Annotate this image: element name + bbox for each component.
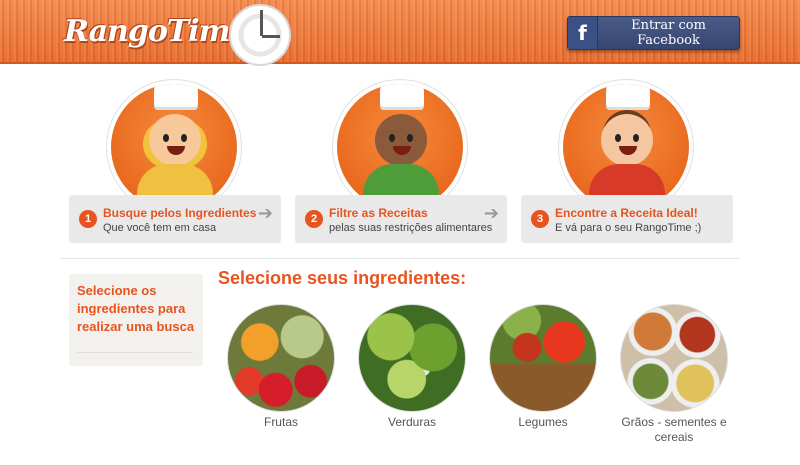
vegetables-image <box>490 305 596 411</box>
step-subtitle: E vá para o seu RangoTime ;) <box>555 222 702 234</box>
facebook-login-button[interactable]: f Entrar com Facebook <box>567 16 740 50</box>
step-subtitle: Que você tem em casa <box>103 222 217 234</box>
ingredients-title: Selecione seus ingredientes: <box>218 268 467 288</box>
step-find-recipe[interactable]: 3 Encontre a Receita Ideal! E vá para o … <box>521 195 733 243</box>
fruits-image <box>228 305 334 411</box>
logo-text: RangoTime <box>64 14 248 49</box>
chef-boy-illustration <box>337 84 463 210</box>
facebook-login-label: Entrar com Facebook <box>631 18 706 48</box>
arrow-right-icon: ➔ <box>257 203 273 223</box>
header-bar: RangoTime f Entrar com Facebook <box>0 0 800 66</box>
chef-kid-illustration <box>563 84 689 210</box>
plate-clock-icon <box>229 4 291 66</box>
step-number: 2 <box>305 210 323 228</box>
step-title: Filtre as Receitas <box>329 206 428 220</box>
ingredient-label: Legumes <box>518 415 568 429</box>
facebook-icon: f <box>568 17 598 49</box>
step-title: Encontre a Receita Ideal! <box>555 206 698 220</box>
sidebar-divider <box>77 352 193 353</box>
grains-image <box>621 305 727 411</box>
ingredient-card-graos[interactable]: Grãos - sementes e cereais <box>619 305 729 445</box>
ingredient-label: Frutas <box>263 415 298 429</box>
logo[interactable]: RangoTime <box>64 2 304 66</box>
step-filter-recipes[interactable]: 2 Filtre as Receitas pelas suas restriçõ… <box>295 195 507 243</box>
ingredient-label: Grãos - sementes e cereais <box>621 415 727 444</box>
sidebar-instructions: Selecione os ingredientes para realizar … <box>69 274 203 366</box>
ingredient-card-legumes[interactable]: Legumes <box>488 305 598 430</box>
step-number: 3 <box>531 210 549 228</box>
step-subtitle: pelas suas restrições alimentares <box>329 222 493 234</box>
ingredient-card-verduras[interactable]: Verduras <box>357 305 467 430</box>
ingredient-label: Verduras <box>387 415 437 429</box>
chef-girl-illustration <box>111 84 237 210</box>
step-search-ingredients[interactable]: 1 Busque pelos Ingredientes Que você tem… <box>69 195 281 243</box>
section-divider <box>60 258 740 259</box>
arrow-right-icon: ➔ <box>483 203 499 223</box>
step-title: Busque pelos Ingredientes <box>103 206 257 220</box>
greens-image <box>359 305 465 411</box>
sidebar-text: Selecione os ingredientes para realizar … <box>77 283 195 334</box>
ingredient-card-frutas[interactable]: Frutas <box>226 305 336 430</box>
step-number: 1 <box>79 210 97 228</box>
